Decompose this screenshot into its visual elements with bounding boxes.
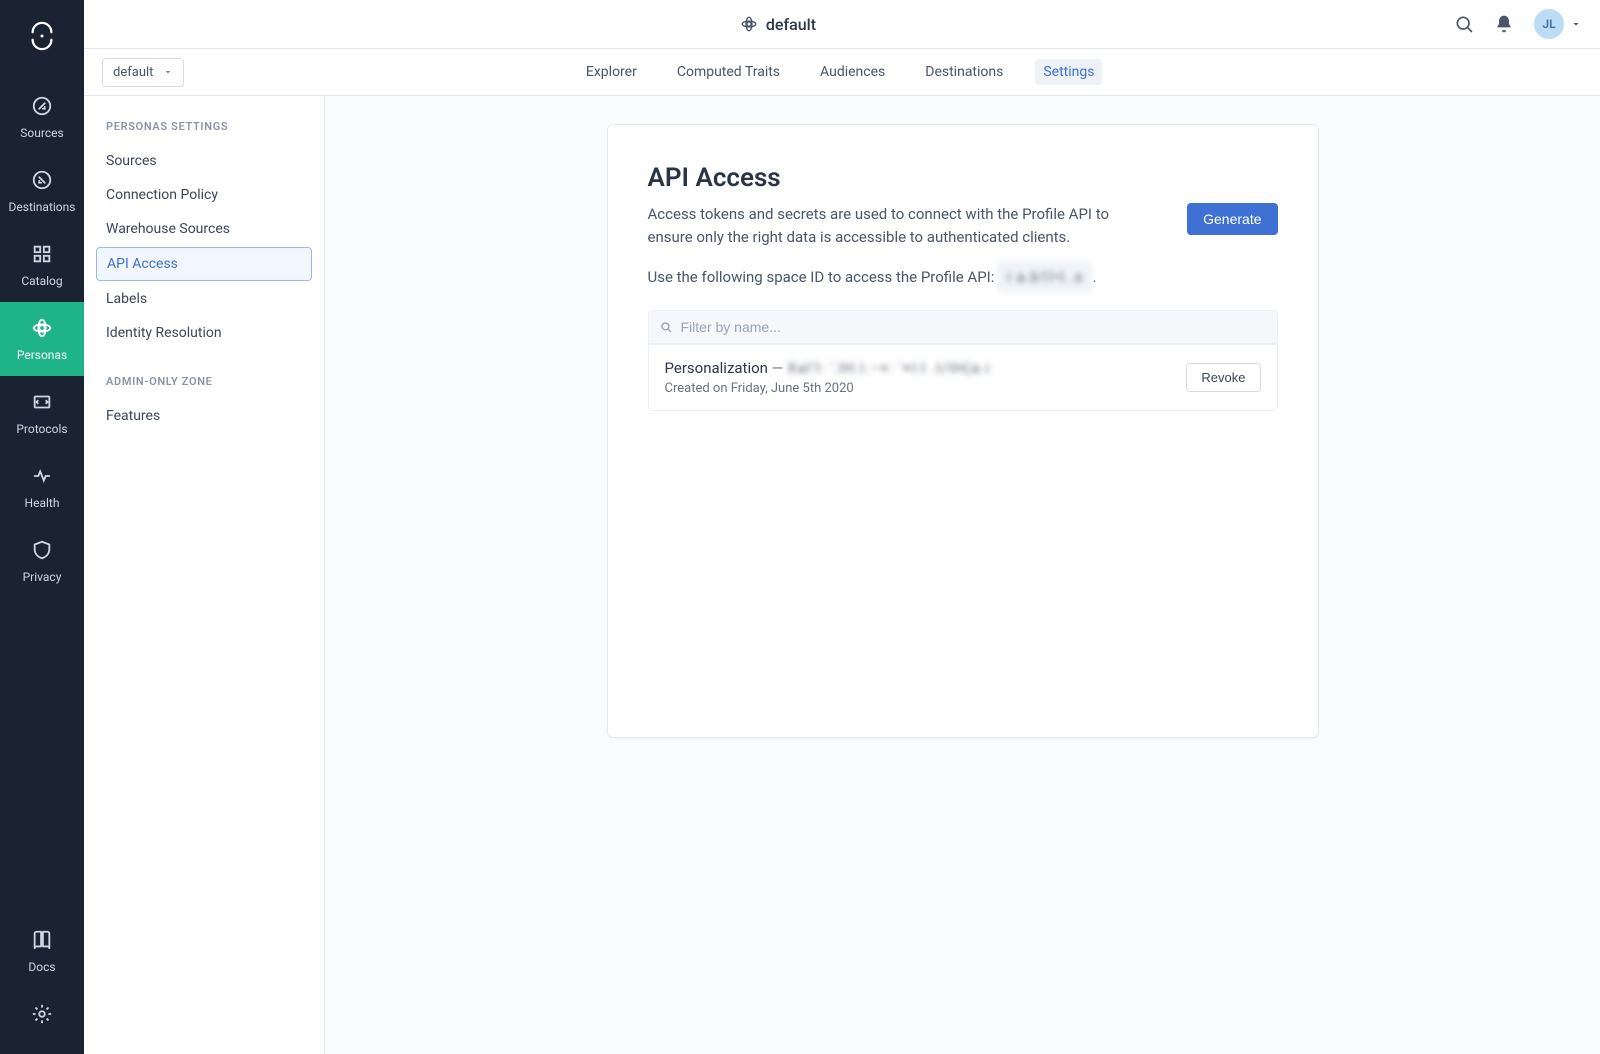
token-filter-bar [648, 310, 1278, 344]
tab-label: Settings [1043, 64, 1094, 80]
settings-sidebar: PERSONAS SETTINGS Sources Connection Pol… [84, 96, 325, 1054]
catalog-icon [30, 242, 54, 266]
generate-button[interactable]: Generate [1187, 203, 1277, 235]
tab-explorer[interactable]: Explorer [578, 59, 645, 85]
sidebar-item-connection-policy[interactable]: Connection Policy [96, 179, 312, 211]
nav-item-docs[interactable]: Docs [0, 914, 84, 988]
space-switcher-label: default [113, 65, 153, 80]
health-icon [30, 464, 54, 488]
sidebar-item-features[interactable]: Features [96, 400, 312, 432]
nav-item-personas[interactable]: Personas [0, 302, 84, 376]
tab-label: Destinations [925, 64, 1003, 80]
gear-icon [30, 1002, 54, 1026]
tab-settings[interactable]: Settings [1035, 59, 1102, 85]
nav-item-health[interactable]: Health [0, 450, 84, 524]
primary-nav-rail: Sources Destinations Catalog Personas Pr [0, 0, 84, 1054]
revoke-button[interactable]: Revoke [1186, 363, 1260, 392]
nav-item-sources[interactable]: Sources [0, 80, 84, 154]
nav-item-destinations[interactable]: Destinations [0, 154, 84, 228]
user-menu[interactable]: JL [1534, 9, 1582, 39]
space-breadcrumb: default [102, 15, 1454, 34]
sidebar-item-labels[interactable]: Labels [96, 283, 312, 315]
personas-icon [740, 15, 758, 33]
sidebar-item-label: Identity Resolution [106, 325, 222, 341]
nav-label: Destinations [9, 200, 76, 214]
brand-logo [24, 18, 60, 54]
space-switcher[interactable]: default [102, 58, 184, 87]
nav-label: Sources [20, 126, 63, 140]
tab-label: Audiences [820, 64, 885, 80]
tab-label: Explorer [586, 64, 637, 80]
tab-computed-traits[interactable]: Computed Traits [669, 59, 788, 85]
nav-item-settings[interactable] [0, 988, 84, 1040]
page-title: API Access [648, 163, 1278, 193]
chevron-down-icon [1570, 18, 1582, 30]
sidebar-item-label: Labels [106, 291, 147, 307]
nav-item-catalog[interactable]: Catalog [0, 228, 84, 302]
nav-label: Docs [28, 960, 55, 974]
sidebar-item-warehouse-sources[interactable]: Warehouse Sources [96, 213, 312, 245]
sidebar-item-label: Sources [106, 153, 157, 169]
space-id-value[interactable]: i a.b1l•l..s [998, 262, 1092, 292]
token-filter-input[interactable] [681, 319, 1267, 335]
nav-label: Catalog [21, 274, 62, 288]
nav-label: Personas [17, 348, 67, 362]
sidebar-item-api-access[interactable]: API Access [96, 247, 312, 281]
sidebar-heading-settings: PERSONAS SETTINGS [96, 120, 312, 145]
sidebar-item-identity-resolution[interactable]: Identity Resolution [96, 317, 312, 349]
token-title: Personalization — XaI'I: '.IH.I.−+: '+I:… [665, 359, 991, 377]
token-name: Personalization [665, 359, 768, 377]
token-created: Created on Friday, June 5th 2020 [665, 381, 991, 396]
sidebar-item-label: Features [106, 408, 160, 424]
nav-label: Protocols [16, 422, 67, 436]
tab-label: Computed Traits [677, 64, 780, 80]
sidebar-heading-admin: ADMIN-ONLY ZONE [96, 375, 312, 400]
tab-audiences[interactable]: Audiences [812, 59, 893, 85]
sub-header: default Explorer Computed Traits Audienc… [84, 49, 1600, 96]
avatar: JL [1534, 9, 1564, 39]
space-id-prefix: Use the following space ID to access the… [648, 268, 999, 286]
space-id-suffix: . [1092, 268, 1096, 286]
token-secret: XaI'I: '.IH.I.−+: '+I:I .I/IH(a.i [787, 359, 990, 377]
content-area: API Access Access tokens and secrets are… [325, 96, 1600, 1054]
docs-icon [30, 928, 54, 952]
token-separator: — [768, 359, 787, 377]
nav-label: Health [25, 496, 60, 510]
sidebar-item-label: Connection Policy [106, 187, 218, 203]
tab-destinations[interactable]: Destinations [917, 59, 1011, 85]
destinations-icon [30, 168, 54, 192]
sidebar-item-label: Warehouse Sources [106, 221, 230, 237]
protocols-icon [30, 390, 54, 414]
page-description: Access tokens and secrets are used to co… [648, 203, 1158, 248]
notifications-button[interactable] [1494, 14, 1514, 34]
search-icon [659, 320, 673, 334]
sidebar-item-label: API Access [107, 256, 178, 272]
search-button[interactable] [1454, 14, 1474, 34]
chevron-down-icon [163, 67, 173, 77]
top-header: default JL [84, 0, 1600, 49]
personas-tabs: Explorer Computed Traits Audiences Desti… [184, 59, 1496, 85]
api-access-card: API Access Access tokens and secrets are… [607, 124, 1319, 738]
sources-icon [30, 94, 54, 118]
token-row: Personalization — XaI'I: '.IH.I.−+: '+I:… [648, 344, 1278, 411]
personas-icon [30, 316, 54, 340]
privacy-icon [30, 538, 54, 562]
nav-label: Privacy [23, 570, 62, 584]
nav-item-privacy[interactable]: Privacy [0, 524, 84, 598]
avatar-initials: JL [1542, 17, 1555, 31]
space-name: default [766, 15, 816, 34]
space-id-line: Use the following space ID to access the… [648, 262, 1278, 292]
sidebar-item-sources[interactable]: Sources [96, 145, 312, 177]
nav-item-protocols[interactable]: Protocols [0, 376, 84, 450]
